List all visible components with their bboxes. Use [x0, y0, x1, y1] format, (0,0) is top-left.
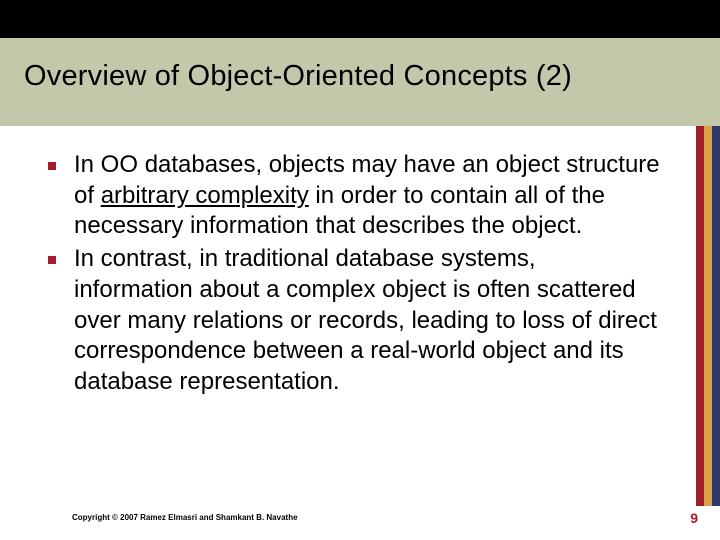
- square-bullet-icon: [48, 256, 56, 264]
- top-black-bar: [0, 0, 720, 38]
- square-bullet-icon: [48, 162, 56, 170]
- list-item: In OO databases, objects may have an obj…: [40, 150, 660, 242]
- slide: Overview of Object-Oriented Concepts (2)…: [0, 0, 720, 540]
- stripe-blue-icon: [712, 126, 720, 506]
- bullet-text-underlined: arbitrary complexity: [101, 182, 309, 209]
- decorative-stripes: [696, 126, 720, 506]
- list-item: In contrast, in traditional database sys…: [40, 244, 660, 398]
- page-number: 9: [690, 510, 698, 526]
- content-area: In OO databases, objects may have an obj…: [40, 150, 660, 400]
- stripe-red-icon: [696, 126, 704, 506]
- stripe-gold-icon: [704, 126, 712, 506]
- bullet-text-pre: In contrast, in traditional database sys…: [74, 245, 657, 395]
- bullet-list: In OO databases, objects may have an obj…: [40, 150, 660, 398]
- copyright-footer: Copyright © 2007 Ramez Elmasri and Shamk…: [72, 513, 298, 522]
- title-band: Overview of Object-Oriented Concepts (2): [0, 38, 720, 126]
- slide-title: Overview of Object-Oriented Concepts (2): [24, 60, 720, 93]
